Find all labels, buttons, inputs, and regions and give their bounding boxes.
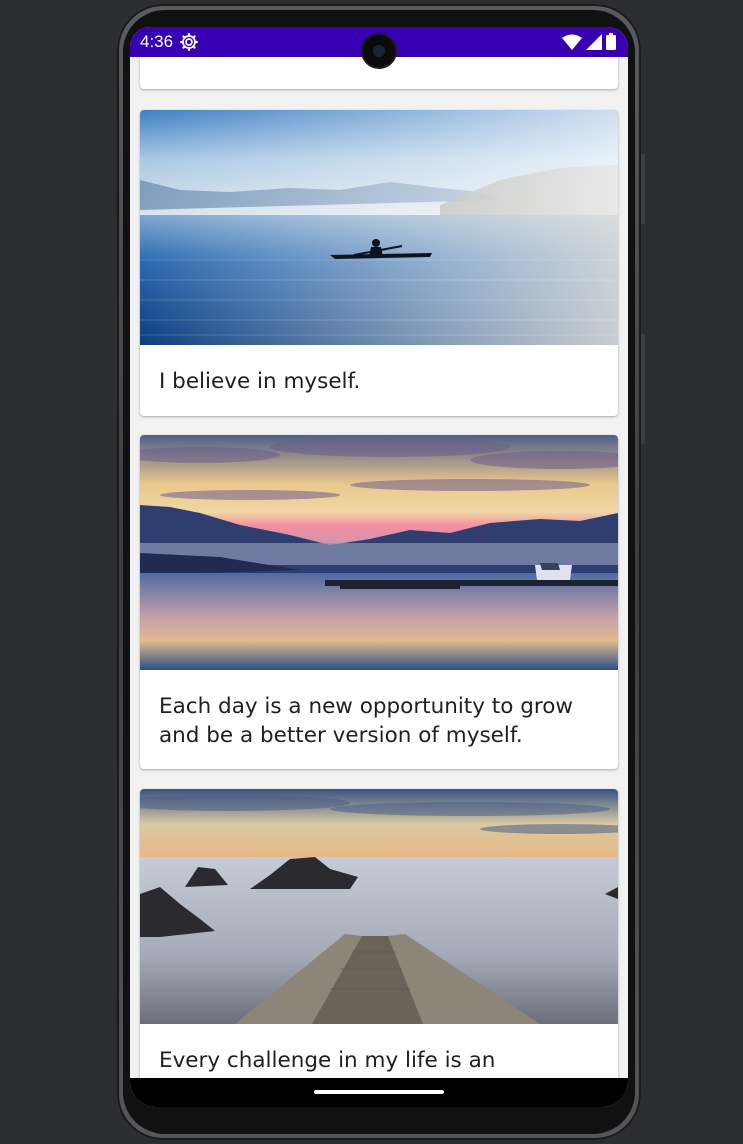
device-screen: I believe in myself. Each day is a new o… [130, 27, 628, 1107]
cellular-signal-icon [586, 33, 602, 50]
power-button [641, 334, 645, 444]
gesture-home-handle[interactable] [314, 1090, 444, 1094]
navigation-bar [130, 1078, 628, 1107]
volume-button [641, 154, 645, 224]
affirmation-text: Each day is a new opportunity to grow an… [159, 694, 573, 748]
affirmation-text: Every challenge in my life is an opportu… [159, 1048, 496, 1078]
affirmations-list[interactable]: I believe in myself. Each day is a new o… [130, 57, 628, 1078]
sunset-lake-dock-photo [140, 435, 618, 670]
wifi-icon [562, 34, 582, 50]
status-time: 4:36 [140, 32, 174, 51]
front-camera [363, 35, 395, 67]
seaside-ramp-photo [140, 789, 618, 1024]
settings-gear-icon [180, 33, 198, 51]
affirmation-card[interactable]: I believe in myself. [140, 110, 618, 416]
affirmation-card[interactable]: Every challenge in my life is an opportu… [140, 789, 618, 1078]
affirmation-text: I believe in myself. [159, 369, 361, 394]
status-icons [562, 33, 616, 50]
battery-icon [606, 33, 616, 50]
lake-kayaker-photo [140, 110, 618, 345]
affirmation-card[interactable]: Each day is a new opportunity to grow an… [140, 435, 618, 769]
